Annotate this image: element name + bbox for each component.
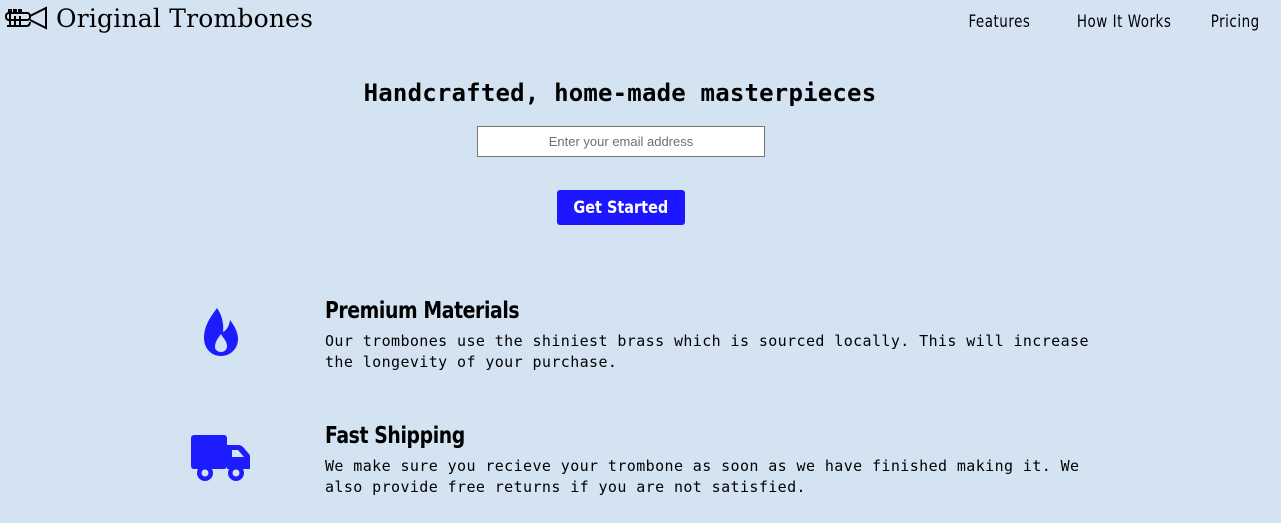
get-started-label: Get Started <box>573 197 669 218</box>
truck-icon <box>190 433 252 488</box>
brand-logo[interactable]: Original Trombones <box>4 4 313 34</box>
feature-title: Premium Materials <box>325 298 520 324</box>
feature-description: Our trombones use the shiniest brass whi… <box>325 332 1089 371</box>
flame-icon <box>203 308 239 361</box>
nav-link-features[interactable]: Features <box>969 12 1031 32</box>
site-header: Original Trombones Features How It Works… <box>0 0 1281 50</box>
trombone-icon <box>4 4 48 34</box>
nav-link-pricing[interactable]: Pricing <box>1211 12 1260 32</box>
feature-premium-materials: Premium Materials Our trombones use the … <box>0 298 1281 378</box>
feature-description: We make sure you recieve your trombone a… <box>325 457 1080 496</box>
nav-link-how-it-works[interactable]: How It Works <box>1077 12 1171 32</box>
feature-title: Fast Shipping <box>325 423 465 449</box>
get-started-button[interactable]: Get Started <box>557 190 685 225</box>
hero-title: Handcrafted, home-made masterpieces <box>363 79 877 107</box>
email-input[interactable] <box>477 126 765 157</box>
brand-name: Original Trombones <box>56 4 314 33</box>
main-nav: Features How It Works Pricing <box>927 12 1260 32</box>
feature-fast-shipping: Fast Shipping We make sure you recieve y… <box>0 423 1281 503</box>
